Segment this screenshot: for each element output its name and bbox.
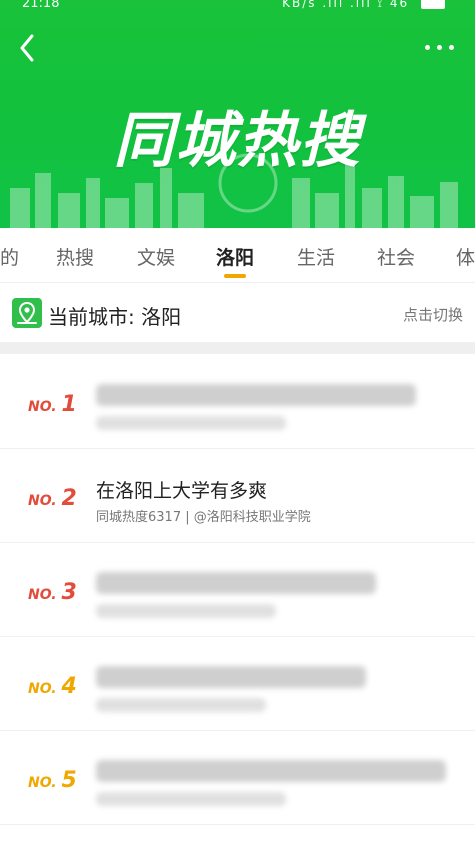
list-item[interactable]: NO. 3 bbox=[0, 542, 475, 637]
chevron-left-icon bbox=[20, 34, 34, 62]
tab-partial-left[interactable]: 的 bbox=[0, 243, 19, 270]
status-time: 21:18 bbox=[22, 0, 60, 11]
current-city-bar: 当前城市: 洛阳 点击切换 bbox=[0, 282, 475, 343]
rank-prefix: NO. bbox=[28, 775, 57, 791]
blurred-title bbox=[96, 666, 366, 688]
page: 21:18 KB/s .ıll .ıll ⟟ 46 同城热搜 的 热搜 文娱 洛… bbox=[0, 0, 475, 844]
blurred-title bbox=[96, 384, 416, 406]
hot-search-list: NO. 1 NO. 2 在洛阳上大学有多爽 同城热度6317 | @洛阳科技职业… bbox=[0, 354, 475, 844]
rank-badge: NO. 1 bbox=[28, 392, 77, 417]
tab-luoyang[interactable]: 洛阳 bbox=[216, 243, 254, 270]
rank-badge: NO. 2 bbox=[28, 486, 77, 511]
tab-society[interactable]: 社会 bbox=[377, 243, 415, 270]
tab-sports-partial[interactable]: 体 bbox=[456, 243, 475, 270]
section-divider bbox=[0, 342, 475, 354]
status-bar: 21:18 KB/s .ıll .ıll ⟟ 46 bbox=[0, 0, 475, 16]
more-dot-icon bbox=[437, 45, 442, 50]
current-city-label: 当前城市: 洛阳 bbox=[48, 305, 182, 329]
location-pin-icon bbox=[12, 298, 42, 328]
list-item[interactable]: NO. 1 bbox=[0, 354, 475, 449]
more-dot-icon bbox=[449, 45, 454, 50]
blurred-meta bbox=[96, 698, 266, 712]
list-item[interactable]: NO. 2 在洛阳上大学有多爽 同城热度6317 | @洛阳科技职业学院 bbox=[0, 448, 475, 543]
rank-number: 4 bbox=[61, 674, 77, 699]
item-meta: 同城热度6317 | @洛阳科技职业学院 bbox=[96, 510, 311, 525]
list-item[interactable]: NO. 5 bbox=[0, 730, 475, 825]
rank-number: 2 bbox=[61, 486, 77, 511]
more-button[interactable] bbox=[423, 36, 459, 60]
rank-prefix: NO. bbox=[28, 587, 57, 603]
tab-life[interactable]: 生活 bbox=[297, 243, 335, 270]
active-tab-indicator bbox=[224, 274, 246, 278]
rank-number: 1 bbox=[61, 392, 77, 417]
rank-number: 3 bbox=[61, 580, 77, 605]
status-icons-text: KB/s .ıll .ıll ⟟ 46 bbox=[282, 0, 410, 10]
battery-icon bbox=[421, 0, 445, 9]
rank-badge: NO. 5 bbox=[28, 768, 77, 793]
rank-prefix: NO. bbox=[28, 493, 57, 509]
blurred-title bbox=[96, 572, 376, 594]
tab-hot-search[interactable]: 热搜 bbox=[56, 243, 94, 270]
blurred-meta bbox=[96, 604, 276, 618]
rank-prefix: NO. bbox=[28, 399, 57, 415]
category-tabs: 的 热搜 文娱 洛阳 生活 社会 体 bbox=[0, 228, 475, 282]
rank-badge: NO. 4 bbox=[28, 674, 77, 699]
rank-badge: NO. 3 bbox=[28, 580, 77, 605]
status-right-text: KB/s .ıll .ıll ⟟ 46 bbox=[282, 0, 445, 11]
blurred-title bbox=[96, 760, 446, 782]
list-item[interactable]: NO. 4 bbox=[0, 636, 475, 731]
blurred-meta bbox=[96, 416, 286, 430]
item-title: 在洛阳上大学有多爽 bbox=[96, 480, 268, 502]
tab-entertainment[interactable]: 文娱 bbox=[137, 243, 175, 270]
more-dot-icon bbox=[425, 45, 430, 50]
blurred-meta bbox=[96, 792, 286, 806]
city-skyline-illustration bbox=[10, 153, 458, 228]
back-button[interactable] bbox=[10, 30, 46, 66]
header: 21:18 KB/s .ıll .ıll ⟟ 46 同城热搜 bbox=[0, 0, 475, 228]
rank-number: 5 bbox=[61, 768, 77, 793]
rank-prefix: NO. bbox=[28, 681, 57, 697]
switch-city-link[interactable]: 点击切换 bbox=[403, 304, 463, 325]
